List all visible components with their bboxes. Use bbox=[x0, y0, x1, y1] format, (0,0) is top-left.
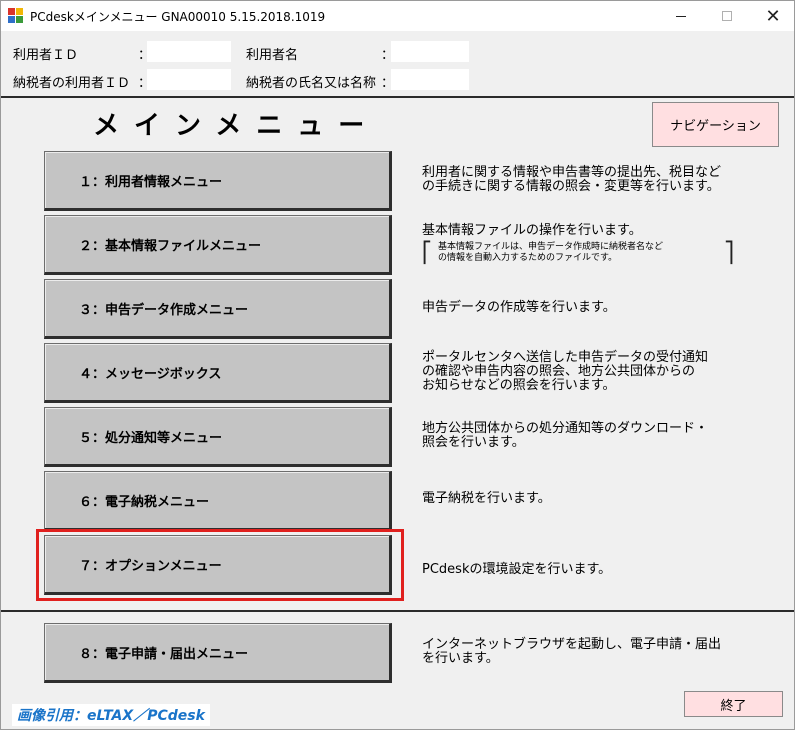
window-title: PCdeskメインメニュー GNA00010 5.15.2018.1019 bbox=[30, 10, 326, 24]
e-application-menu-button[interactable]: ８：電子申請・届出メニュー bbox=[44, 623, 392, 683]
user-name-label: 利用者名 bbox=[246, 48, 299, 63]
declaration-data-menu-description: 申告データの作成等を行います。 bbox=[422, 300, 616, 315]
left-bracket: ⎡ bbox=[422, 240, 432, 264]
title-bar[interactable]: PCdeskメインメニュー GNA00010 5.15.2018.1019 ✕ bbox=[1, 1, 794, 31]
user-id-label: 利用者ＩＤ bbox=[13, 48, 79, 63]
app-icon bbox=[8, 8, 24, 24]
taxpayer-name-field bbox=[391, 69, 469, 90]
disposition-notice-menu-button[interactable]: ５：処分通知等メニュー bbox=[44, 407, 392, 467]
taxpayer-id-field bbox=[147, 69, 231, 90]
message-box-button[interactable]: ４：メッセージボックス bbox=[44, 343, 392, 403]
minimize-icon bbox=[676, 15, 686, 17]
exit-button[interactable]: 終了 bbox=[684, 691, 783, 717]
basic-info-file-sub-description: 基本情報ファイルは、申告データ作成時に納税者名など の情報を自動入力するためのフ… bbox=[438, 242, 664, 263]
message-box-description: ポータルセンタへ送信した申告データの受付通知 の確認や申告内容の照会、地方公共団… bbox=[422, 350, 709, 393]
user-id-field bbox=[147, 41, 231, 62]
option-menu-highlight bbox=[36, 529, 404, 601]
page-title: メインメニュー bbox=[93, 111, 380, 141]
user-info-menu-button[interactable]: １：利用者情報メニュー bbox=[44, 151, 392, 211]
main-window: PCdeskメインメニュー GNA00010 5.15.2018.1019 ✕ … bbox=[0, 0, 795, 730]
close-icon: ✕ bbox=[765, 5, 781, 27]
minimize-button[interactable] bbox=[658, 1, 704, 31]
disposition-notice-menu-description: 地方公共団体からの処分通知等のダウンロード・ 照会を行います。 bbox=[422, 421, 709, 450]
basic-info-file-menu-description: 基本情報ファイルの操作を行います。 bbox=[422, 223, 642, 238]
option-menu-description: PCdeskの環境設定を行います。 bbox=[422, 562, 612, 577]
e-application-menu-description: インターネットブラウザを起動し、電子申請・届出 を行います。 bbox=[422, 637, 722, 666]
basic-info-file-menu-button[interactable]: ２：基本情報ファイルメニュー bbox=[44, 215, 392, 275]
navigation-button[interactable]: ナビゲーション bbox=[652, 102, 779, 147]
close-button[interactable]: ✕ bbox=[750, 1, 794, 31]
declaration-data-menu-button[interactable]: ３：申告データ作成メニュー bbox=[44, 279, 392, 339]
lower-separator bbox=[1, 610, 794, 612]
user-name-field bbox=[391, 41, 469, 62]
maximize-icon bbox=[722, 11, 732, 21]
e-tax-payment-menu-button[interactable]: ６：電子納税メニュー bbox=[44, 471, 392, 531]
taxpayer-name-label: 納税者の氏名又は名称 bbox=[246, 76, 377, 91]
image-citation: 画像引用：eLTAX／PCdesk bbox=[12, 704, 210, 726]
header-separator bbox=[1, 96, 794, 98]
taxpayer-id-label: 納税者の利用者ＩＤ bbox=[13, 76, 131, 91]
e-tax-payment-menu-description: 電子納税を行います。 bbox=[422, 491, 551, 506]
maximize-button[interactable] bbox=[704, 1, 750, 31]
right-bracket: ⎤ bbox=[724, 240, 734, 264]
user-info-menu-description: 利用者に関する情報や申告書等の提出先、税目など の手続きに関する情報の照会・変更… bbox=[422, 165, 722, 194]
